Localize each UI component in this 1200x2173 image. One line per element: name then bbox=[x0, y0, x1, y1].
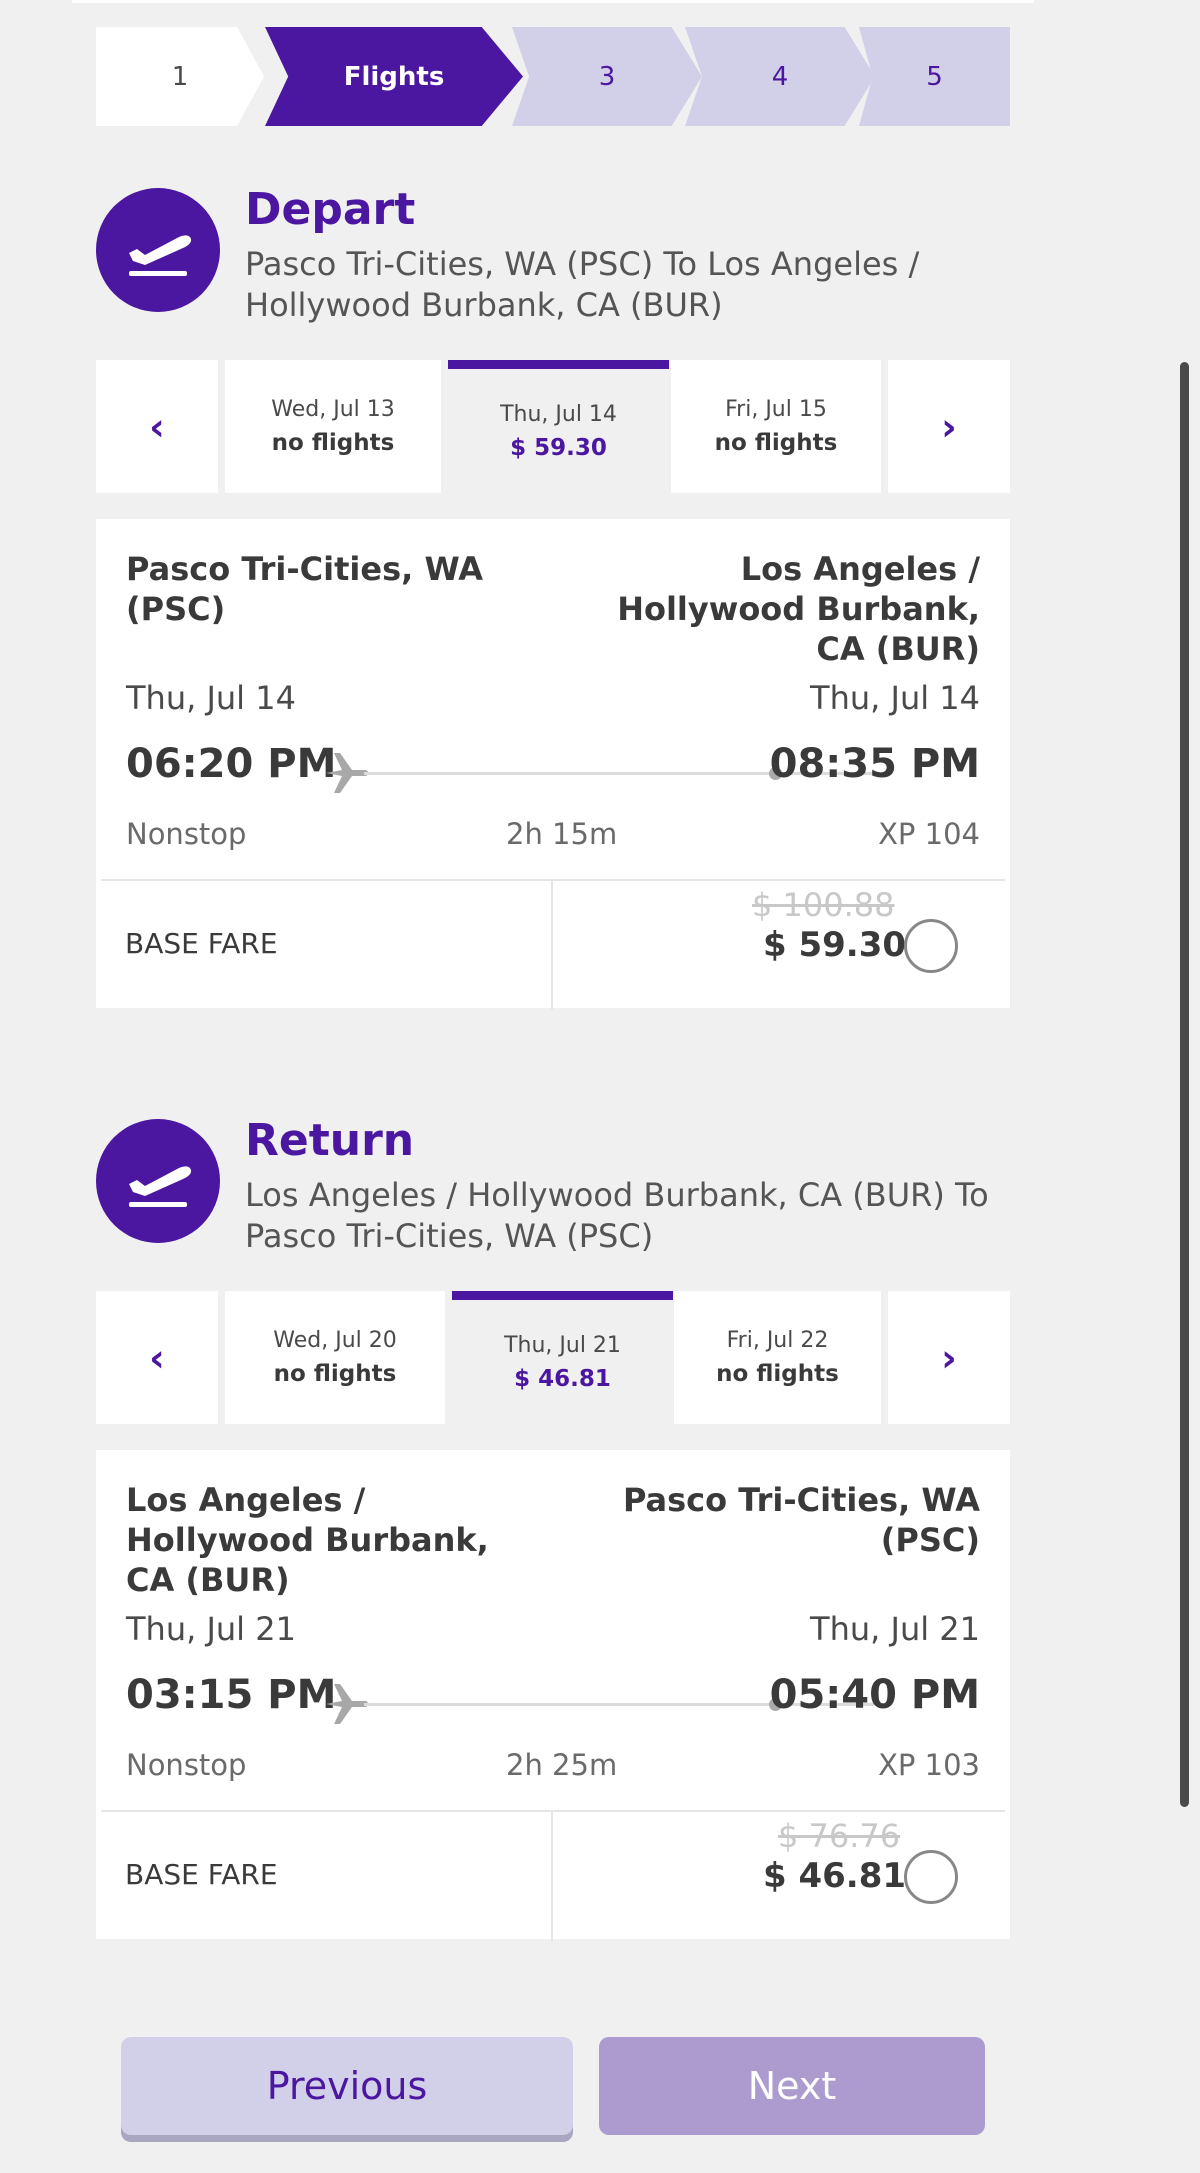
depart-flight-card: Pasco Tri-Cities, WA (PSC) Los Angeles /… bbox=[96, 519, 1010, 1010]
return-date-option[interactable]: Wed, Jul 20 no flights bbox=[225, 1291, 445, 1424]
step-flights: Flights bbox=[265, 27, 523, 126]
chevron-right-icon: › bbox=[941, 1335, 957, 1380]
progress-stepper: 1 Flights 3 4 5 bbox=[96, 27, 1010, 126]
stops: Nonstop bbox=[126, 1748, 247, 1782]
arrive-date: Thu, Jul 21 bbox=[810, 1610, 980, 1648]
fare-label: BASE FARE bbox=[125, 927, 278, 960]
arrive-time: 05:40 PM bbox=[769, 1672, 980, 1718]
return-flight-card: Los Angeles / Hollywood Burbank, CA (BUR… bbox=[96, 1450, 1010, 1941]
depart-prev-date-button[interactable]: ‹ bbox=[96, 360, 218, 493]
depart-route: Pasco Tri-Cities, WA (PSC) To Los Angele… bbox=[245, 245, 920, 324]
depart-date-option[interactable]: Wed, Jul 13 no flights bbox=[225, 360, 441, 493]
destination-city: Los Angeles / Hollywood Burbank, CA (BUR… bbox=[617, 550, 980, 668]
top-strip bbox=[72, 0, 1034, 3]
depart-next-date-button[interactable]: › bbox=[888, 360, 1010, 493]
fare-price: $ 46.81 bbox=[763, 1856, 907, 1896]
fare-price: $ 59.30 bbox=[763, 925, 907, 965]
fare-divider bbox=[551, 881, 553, 1010]
step-3: 3 bbox=[512, 27, 702, 126]
return-route: Los Angeles / Hollywood Burbank, CA (BUR… bbox=[245, 1176, 989, 1255]
original-price: $ 100.88 bbox=[752, 886, 895, 924]
chevron-right-icon: › bbox=[941, 404, 957, 449]
fare-label: BASE FARE bbox=[125, 1858, 278, 1891]
return-date-option[interactable]: Fri, Jul 22 no flights bbox=[674, 1291, 881, 1424]
return-title: Return bbox=[245, 1115, 415, 1166]
depart-date-selector: ‹ Wed, Jul 13 no flights Thu, Jul 14 $ 5… bbox=[96, 360, 1010, 493]
depart-date: Thu, Jul 21 bbox=[126, 1610, 296, 1648]
return-date-option-selected[interactable]: Thu, Jul 21 $ 46.81 bbox=[452, 1291, 673, 1424]
fare-radio[interactable] bbox=[904, 1850, 958, 1904]
plane-takeoff-icon bbox=[96, 1119, 220, 1243]
scrollbar[interactable] bbox=[1180, 362, 1189, 1807]
step-5: 5 bbox=[859, 27, 1010, 126]
depart-date-option-selected[interactable]: Thu, Jul 14 $ 59.30 bbox=[448, 360, 669, 493]
depart-date: Thu, Jul 14 bbox=[126, 679, 296, 717]
fare-divider bbox=[551, 1812, 553, 1941]
duration: 2h 25m bbox=[506, 1748, 618, 1782]
return-date-selector: ‹ Wed, Jul 20 no flights Thu, Jul 21 $ 4… bbox=[96, 1291, 1010, 1424]
step-4: 4 bbox=[685, 27, 875, 126]
chevron-left-icon: ‹ bbox=[149, 404, 165, 449]
flight-number: XP 103 bbox=[878, 1748, 980, 1782]
previous-button[interactable]: Previous bbox=[121, 2037, 573, 2135]
fare-radio[interactable] bbox=[904, 919, 958, 973]
arrive-time: 08:35 PM bbox=[769, 741, 980, 787]
origin-city: Los Angeles / Hollywood Burbank, CA (BUR… bbox=[126, 1481, 489, 1599]
return-next-date-button[interactable]: › bbox=[888, 1291, 1010, 1424]
duration: 2h 15m bbox=[506, 817, 618, 851]
arrive-date: Thu, Jul 14 bbox=[810, 679, 980, 717]
flight-number: XP 104 bbox=[878, 817, 980, 851]
return-prev-date-button[interactable]: ‹ bbox=[96, 1291, 218, 1424]
original-price: $ 76.76 bbox=[778, 1817, 901, 1855]
destination-city: Pasco Tri-Cities, WA (PSC) bbox=[622, 1481, 980, 1559]
chevron-left-icon: ‹ bbox=[149, 1335, 165, 1380]
depart-time: 03:15 PM bbox=[126, 1672, 337, 1718]
depart-title: Depart bbox=[245, 184, 416, 235]
fare-row[interactable]: BASE FARE $ 100.88 $ 59.30 bbox=[101, 879, 1005, 1010]
step-1[interactable]: 1 bbox=[96, 27, 264, 126]
fare-row[interactable]: BASE FARE $ 76.76 $ 46.81 bbox=[101, 1810, 1005, 1941]
depart-time: 06:20 PM bbox=[126, 741, 337, 787]
next-button[interactable]: Next bbox=[599, 2037, 985, 2135]
origin-city: Pasco Tri-Cities, WA (PSC) bbox=[126, 550, 484, 628]
plane-takeoff-icon bbox=[96, 188, 220, 312]
stops: Nonstop bbox=[126, 817, 247, 851]
depart-date-option[interactable]: Fri, Jul 15 no flights bbox=[671, 360, 881, 493]
